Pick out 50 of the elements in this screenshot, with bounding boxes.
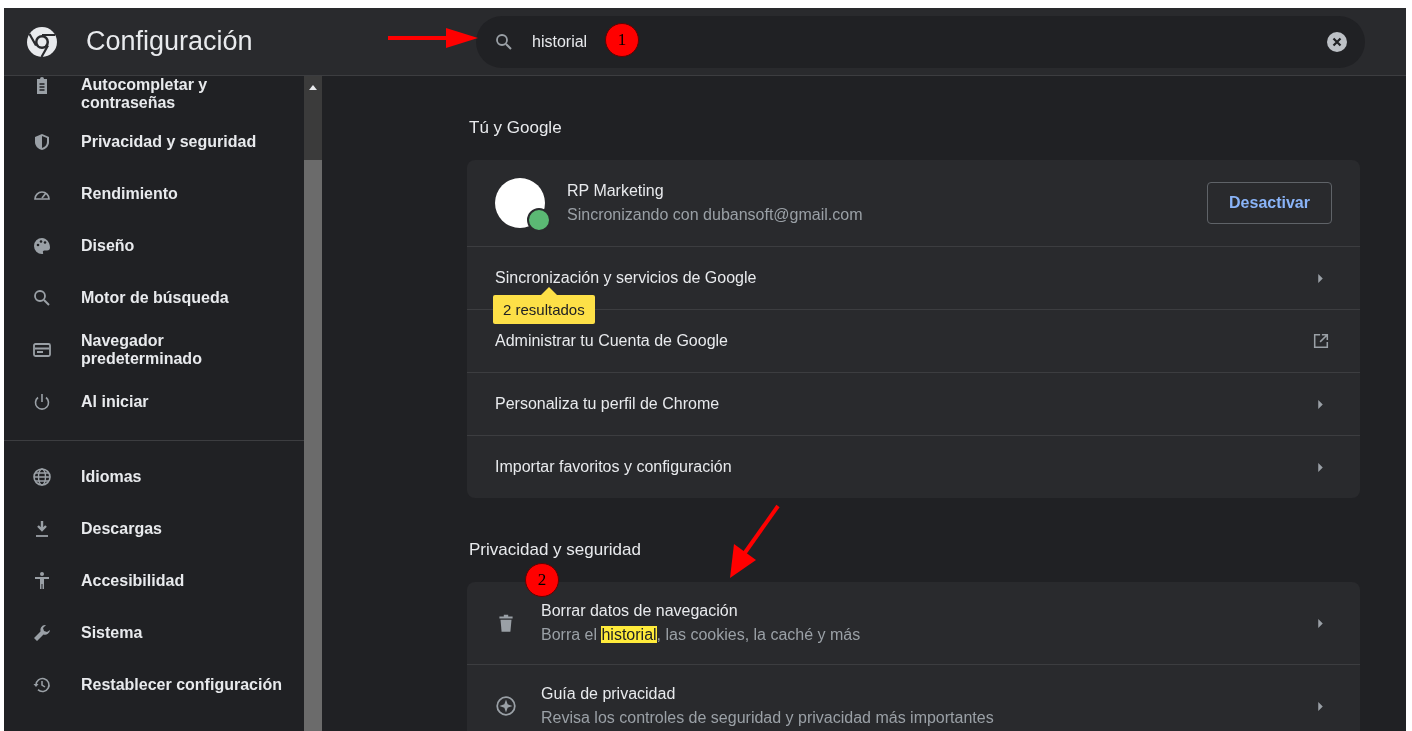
chevron-icon — [1318, 273, 1323, 283]
chevron-icon — [1318, 462, 1323, 472]
sidebar-item[interactable]: Idiomas — [4, 451, 304, 503]
sidebar-item[interactable]: Rendimiento — [4, 168, 304, 220]
chevron-icon — [1318, 618, 1323, 628]
power-icon — [32, 392, 52, 412]
shield-icon — [32, 132, 52, 152]
sidebar-item[interactable]: Accesibilidad — [4, 555, 304, 607]
browser-logo-icon — [26, 25, 58, 58]
globe-icon — [32, 467, 52, 487]
search-results-tooltip: 2 resultados — [493, 287, 595, 324]
sidebar-item[interactable]: Sistema — [4, 607, 304, 659]
scroll-up-arrow-icon[interactable] — [309, 85, 317, 90]
search-query: historial — [532, 32, 588, 51]
account-email: Sincronizando con dubansoft@gmail.com — [567, 206, 864, 224]
sidebar-item[interactable]: Al iniciar — [4, 376, 304, 428]
account-name: RP Marketing — [567, 182, 665, 200]
page-title: Configuración — [86, 26, 253, 57]
settings-row[interactable]: Importar favoritos y configuración — [467, 435, 1360, 498]
step-number-marker: 2 — [525, 563, 559, 597]
row-title: Borrar datos de navegación — [541, 602, 739, 620]
sync-badge-icon — [527, 208, 551, 232]
search-icon — [32, 288, 52, 308]
palette-icon — [32, 236, 52, 256]
row-title: Guía de privacidad — [541, 685, 677, 703]
history-icon — [32, 675, 52, 695]
sidebar-item[interactable]: Descargas — [4, 503, 304, 555]
scrollbar[interactable] — [304, 76, 322, 731]
chevron-icon — [1318, 399, 1323, 409]
sidebar-item[interactable]: Privacidad y seguridad — [4, 116, 304, 168]
sidebar-item[interactable]: Diseño — [4, 220, 304, 272]
sidebar-item[interactable]: Navegador predeterminado — [4, 324, 304, 376]
settings-row[interactable]: Personaliza tu perfil de Chrome — [467, 372, 1360, 435]
search-icon — [494, 31, 514, 52]
section-title: Tú y Google — [469, 117, 562, 139]
person-icon — [32, 571, 52, 591]
sidebar-item[interactable]: Autocompletar y contraseñas — [4, 76, 304, 116]
external-link-icon — [1312, 332, 1330, 350]
browser-window-icon — [32, 340, 52, 360]
settings-row[interactable]: Guía de privacidad Revisa los controles de seguridad y privacidad más importantes — [467, 664, 1360, 731]
section-title: Privacidad y seguridad — [469, 539, 641, 561]
sidebar-item[interactable]: Restablecer configuración — [4, 659, 304, 711]
sidebar-item[interactable]: Motor de búsqueda — [4, 272, 304, 324]
compass-icon — [495, 695, 517, 717]
chevron-icon — [1318, 701, 1323, 711]
clear-search-icon[interactable] — [1327, 31, 1347, 52]
row-description: Borra el historial, las cookies, la caché y más — [541, 626, 862, 644]
turn-off-button[interactable]: Desactivar — [1207, 182, 1332, 224]
row-description: Revisa los controles de seguridad y privacidad más importantes — [541, 709, 995, 727]
wrench-icon — [32, 623, 52, 643]
